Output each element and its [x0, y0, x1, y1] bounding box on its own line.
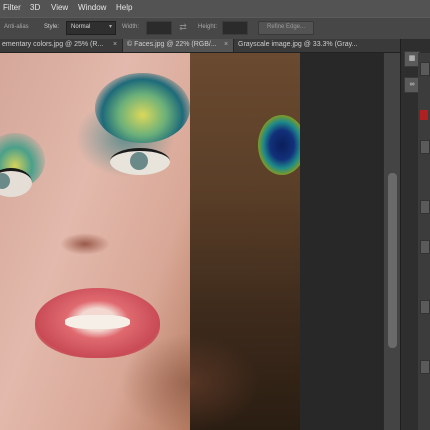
menu-view[interactable]: View	[51, 3, 68, 12]
teeth	[65, 315, 130, 329]
close-icon[interactable]: ×	[113, 41, 117, 48]
scroll-thumb[interactable]	[388, 173, 397, 348]
height-field[interactable]	[222, 21, 248, 35]
height-label: Height:	[198, 24, 218, 30]
close-icon[interactable]: ×	[224, 41, 228, 48]
tab-grayscale-image[interactable]: Grayscale image.jpg @ 33.3% (Gray...	[234, 39, 401, 52]
style-select[interactable]: Normal ▾	[66, 21, 116, 35]
iris	[130, 152, 148, 170]
panel-collapse-handle[interactable]	[420, 200, 430, 214]
style-value: Normal	[71, 24, 91, 30]
panel-collapse-handle[interactable]	[420, 240, 430, 254]
menu-bar: Filter 3D View Window Help	[0, 0, 430, 17]
tab-label: Grayscale image.jpg @ 33.3% (Gray...	[238, 41, 358, 48]
eye	[110, 148, 170, 175]
chevron-down-icon: ▾	[108, 24, 112, 30]
peacock-feather	[258, 115, 300, 175]
anti-alias-label[interactable]: Anti-alias	[4, 24, 29, 30]
menu-window[interactable]: Window	[78, 3, 106, 12]
menu-3d[interactable]: 3D	[30, 3, 40, 12]
panel-collapse-handle[interactable]	[420, 300, 430, 314]
width-label: Width:	[122, 24, 140, 30]
panel-collapse-handle[interactable]	[420, 62, 430, 76]
panel-collapse-handle[interactable]	[420, 140, 430, 154]
tab-label: © Faces.jpg @ 22% (RGB/...	[127, 41, 217, 48]
document-canvas[interactable]	[0, 53, 300, 430]
iris	[0, 173, 10, 189]
refine-edge-label: Refine Edge...	[266, 24, 306, 30]
menu-filter[interactable]: Filter	[3, 3, 21, 12]
vertical-scrollbar[interactable]	[383, 53, 401, 430]
swap-arrows-icon[interactable]: ⇄	[177, 21, 189, 33]
width-field[interactable]	[146, 21, 172, 35]
tab-label: ementary colors.jpg @ 25% (R...	[2, 41, 104, 48]
color-swatch-icon[interactable]	[420, 110, 428, 120]
eye-shadow	[95, 73, 190, 143]
menu-help[interactable]: Help	[116, 3, 132, 12]
tab-complementary-colors[interactable]: ementary colors.jpg @ 25% (R... ×	[0, 39, 123, 52]
panel-collapse-handle[interactable]	[420, 360, 430, 374]
eye	[0, 168, 32, 197]
style-label: Style:	[44, 24, 60, 30]
nose-shadow	[60, 233, 110, 255]
document-tabs: ementary colors.jpg @ 25% (R... × © Face…	[0, 39, 401, 53]
tab-faces[interactable]: © Faces.jpg @ 22% (RGB/... ×	[123, 39, 234, 52]
refine-edge-button[interactable]: Refine Edge...	[258, 21, 314, 35]
